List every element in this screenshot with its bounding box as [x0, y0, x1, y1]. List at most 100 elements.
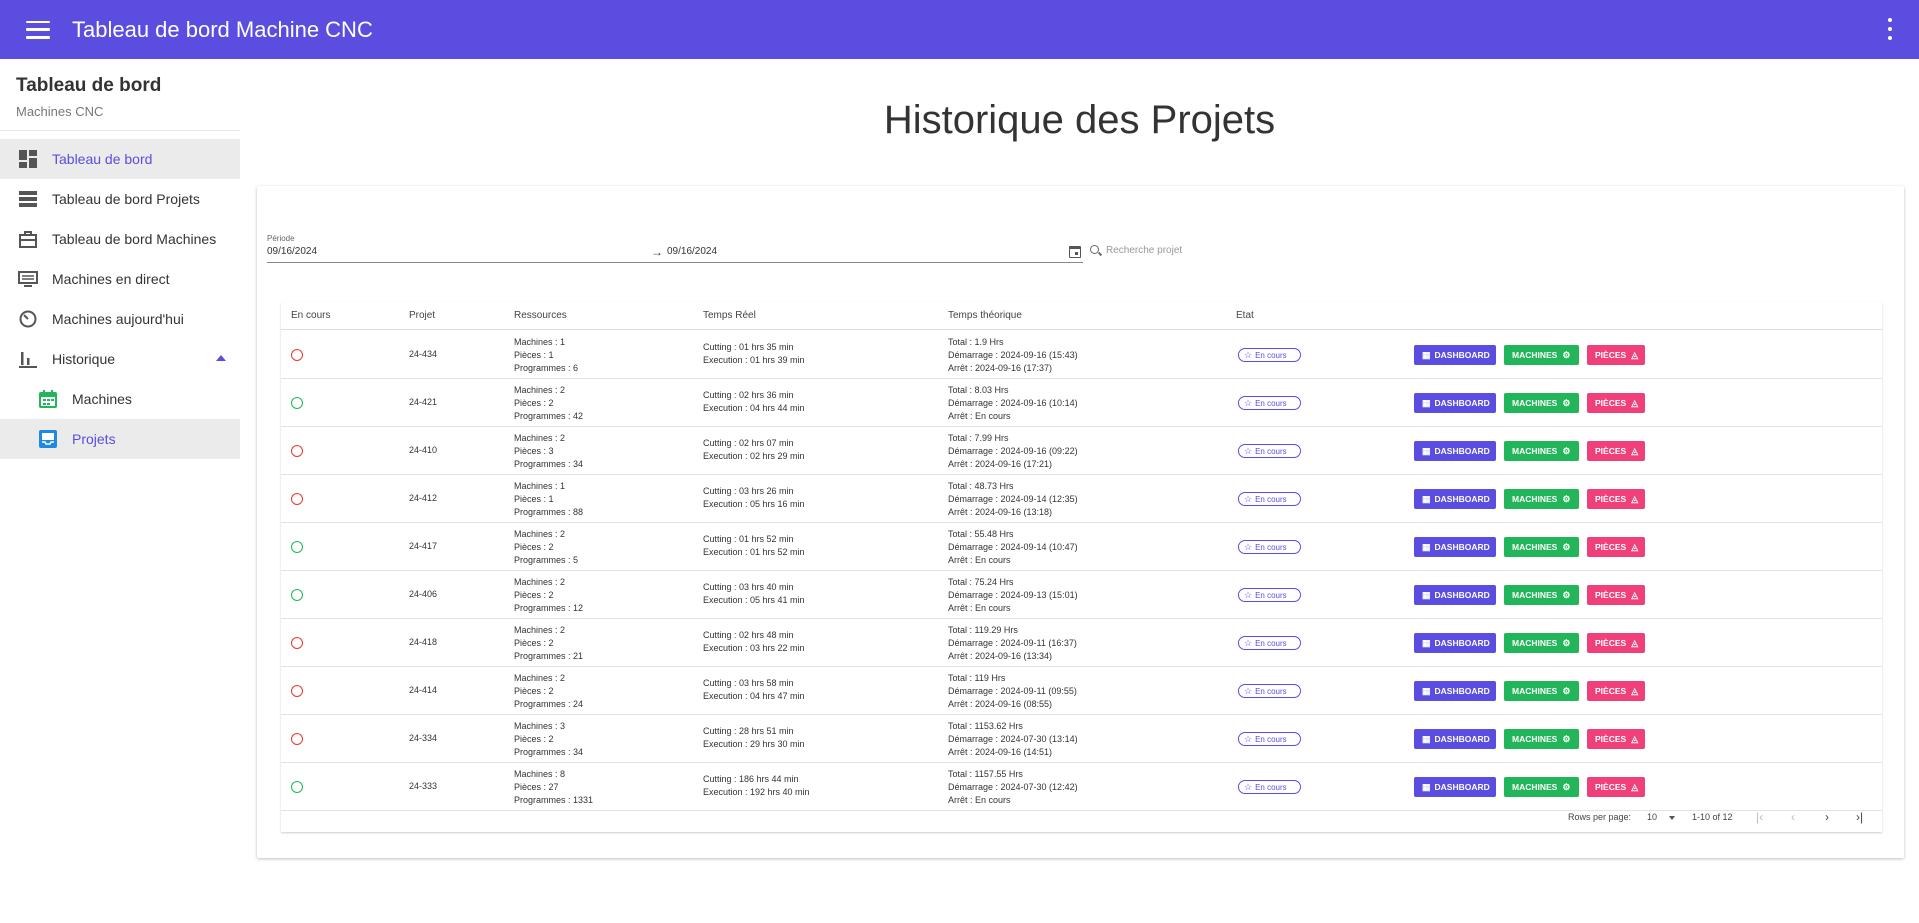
pieces-button[interactable]: PIÈCES ◬	[1587, 393, 1645, 413]
pieces-count: Pièces : 2	[514, 590, 554, 600]
status-indicator	[291, 445, 303, 457]
projects-table: En cours Projet Ressources Temps Réel Te…	[281, 302, 1882, 832]
shapes-icon: ◬	[1631, 637, 1639, 648]
total-time: Total : 7.99 Hrs	[948, 433, 1009, 443]
column-header-temps-theorique[interactable]: Temps théorique	[948, 310, 1022, 321]
date-range-picker[interactable]: Période 09/16/2024 → 09/16/2024	[267, 234, 1087, 264]
column-header-temps-reel[interactable]: Temps Réel	[703, 310, 756, 321]
pieces-button[interactable]: PIÈCES ◬	[1587, 489, 1645, 509]
sidebar-item-tableau-de-bord[interactable]: Tableau de bord	[0, 139, 240, 179]
theoretical-time-cell: Total : 8.03 Hrs Démarrage : 2024-09-16 (…	[948, 384, 1078, 423]
machines-count: Machines : 2	[514, 385, 566, 395]
dashboard-icon	[18, 149, 38, 169]
resources-cell: Machines : 2 Pièces : 2 Programmes : 5	[514, 528, 578, 567]
dropdown-icon[interactable]	[1669, 816, 1675, 820]
sidebar-item-historique-projets[interactable]: Projets	[0, 419, 240, 459]
status-chip-label: En cours	[1255, 590, 1287, 600]
cutting-time: Cutting : 186 hrs 44 min	[703, 774, 799, 784]
search-input[interactable]	[1106, 242, 1256, 258]
sidebar-item-tableau-de-bord-projets[interactable]: Tableau de bord Projets	[0, 179, 240, 219]
star-icon: ☆	[1244, 493, 1253, 504]
machines-button[interactable]: MACHINES ⚙	[1504, 633, 1579, 653]
last-page-icon[interactable]: ›|	[1856, 810, 1863, 824]
status-indicator	[291, 589, 303, 601]
gear-icon: ⚙	[1562, 541, 1571, 552]
first-page-icon[interactable]: |‹	[1756, 810, 1763, 824]
sidebar-item-historique[interactable]: Historique	[0, 339, 240, 379]
column-header-projet[interactable]: Projet	[409, 310, 435, 321]
machines-button[interactable]: MACHINES ⚙	[1504, 729, 1579, 749]
table-row: 24-414 Machines : 2 Pièces : 2 Programmes :…	[281, 667, 1882, 715]
dashboard-button[interactable]: ▦ DASHBOARD	[1414, 393, 1496, 413]
pieces-button[interactable]: PIÈCES ◬	[1587, 585, 1645, 605]
project-search[interactable]	[1090, 242, 1270, 262]
sidebar-item-historique-machines[interactable]: Machines	[0, 379, 240, 419]
project-id: 24-333	[409, 781, 438, 791]
menu-icon[interactable]	[26, 20, 50, 39]
table-row: 24-334 Machines : 3 Pièces : 2 Programmes :…	[281, 715, 1882, 763]
dashboard-button[interactable]: ▦ DASHBOARD	[1414, 633, 1496, 653]
dashboard-button[interactable]: ▦ DASHBOARD	[1414, 489, 1496, 509]
pieces-button[interactable]: PIÈCES ◬	[1587, 681, 1645, 701]
machines-button[interactable]: MACHINES ⚙	[1504, 393, 1579, 413]
status-chip: ☆ En cours	[1238, 684, 1301, 698]
dashboard-button[interactable]: ▦ DASHBOARD	[1414, 345, 1496, 365]
status-indicator	[291, 349, 303, 361]
sidebar-item-tableau-de-bord-machines[interactable]: Tableau de bord Machines	[0, 219, 240, 259]
real-time-cell: Cutting : 01 hrs 52 min Execution : 01 hr…	[703, 533, 805, 559]
pieces-button[interactable]: PIÈCES ◬	[1587, 729, 1645, 749]
previous-page-icon[interactable]: ‹	[1791, 810, 1795, 824]
machines-button[interactable]: MACHINES ⚙	[1504, 777, 1579, 797]
pieces-button[interactable]: PIÈCES ◬	[1587, 441, 1645, 461]
pieces-count: Pièces : 2	[514, 398, 554, 408]
date-from-input[interactable]: 09/16/2024	[267, 246, 317, 257]
pieces-button[interactable]: PIÈCES ◬	[1587, 633, 1645, 653]
pieces-count: Pièces : 2	[514, 638, 554, 648]
machines-button[interactable]: MACHINES ⚙	[1504, 681, 1579, 701]
stop-time: Arrêt : 2024-09-16 (17:21)	[948, 459, 1053, 469]
machines-count: Machines : 8	[514, 769, 566, 779]
execution-time: Execution : 03 hrs 22 min	[703, 643, 805, 653]
status-chip: ☆ En cours	[1238, 492, 1301, 506]
table-row: 24-406 Machines : 2 Pièces : 2 Programmes :…	[281, 571, 1882, 619]
machines-button[interactable]: MACHINES ⚙	[1504, 585, 1579, 605]
dashboard-button[interactable]: ▦ DASHBOARD	[1414, 681, 1496, 701]
list-icon	[18, 189, 38, 209]
column-header-ressources[interactable]: Ressources	[514, 310, 567, 321]
execution-time: Execution : 01 hrs 52 min	[703, 547, 805, 557]
pieces-button[interactable]: PIÈCES ◬	[1587, 537, 1645, 557]
resources-cell: Machines : 2 Pièces : 3 Programmes : 34	[514, 432, 583, 471]
timer-icon	[18, 309, 38, 329]
pieces-button[interactable]: PIÈCES ◬	[1587, 345, 1645, 365]
next-page-icon[interactable]: ›	[1825, 810, 1829, 824]
project-id: 24-412	[409, 493, 438, 503]
start-time: Démarrage : 2024-09-16 (10:14)	[948, 398, 1078, 408]
machines-button[interactable]: MACHINES ⚙	[1504, 345, 1579, 365]
monitor-icon	[18, 269, 38, 289]
machines-button[interactable]: MACHINES ⚙	[1504, 537, 1579, 557]
date-to-input[interactable]: 09/16/2024	[667, 246, 717, 257]
dashboard-button-label: DASHBOARD	[1434, 398, 1490, 408]
status-chip-label: En cours	[1255, 542, 1287, 552]
status-chip-label: En cours	[1255, 350, 1287, 360]
theoretical-time-cell: Total : 1.9 Hrs Démarrage : 2024-09-16 (1…	[948, 336, 1078, 375]
column-header-etat[interactable]: Etat	[1236, 310, 1254, 321]
status-chip: ☆ En cours	[1238, 348, 1301, 362]
sidebar-item-machines-en-direct[interactable]: Machines en direct	[0, 259, 240, 299]
column-header-en-cours[interactable]: En cours	[291, 310, 330, 321]
dashboard-button[interactable]: ▦ DASHBOARD	[1414, 537, 1496, 557]
machines-button[interactable]: MACHINES ⚙	[1504, 441, 1579, 461]
machines-button[interactable]: MACHINES ⚙	[1504, 489, 1579, 509]
rows-per-page-select[interactable]: 10	[1647, 812, 1657, 822]
expand-less-icon[interactable]	[216, 355, 226, 361]
pieces-button[interactable]: PIÈCES ◬	[1587, 777, 1645, 797]
dashboard-button[interactable]: ▦ DASHBOARD	[1414, 777, 1496, 797]
dashboard-button[interactable]: ▦ DASHBOARD	[1414, 441, 1496, 461]
dashboard-button[interactable]: ▦ DASHBOARD	[1414, 585, 1496, 605]
dashboard-button[interactable]: ▦ DASHBOARD	[1414, 729, 1496, 749]
status-chip: ☆ En cours	[1238, 540, 1301, 554]
more-vert-icon[interactable]	[1887, 18, 1893, 40]
sidebar-item-label: Tableau de bord Projets	[52, 191, 200, 207]
sidebar-item-machines-aujourdhui[interactable]: Machines aujourd'hui	[0, 299, 240, 339]
calendar-icon[interactable]	[1069, 246, 1081, 258]
